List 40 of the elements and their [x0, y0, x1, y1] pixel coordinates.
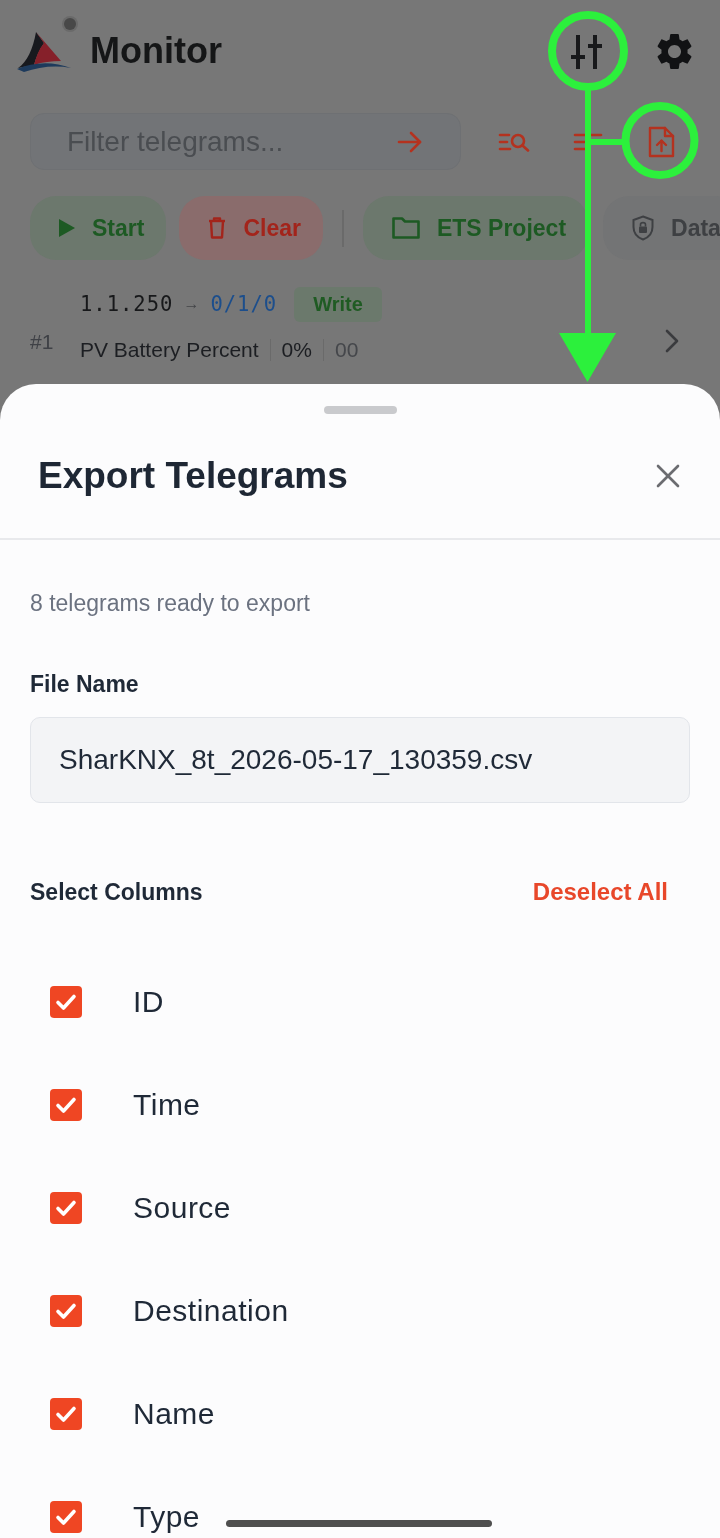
shield-lock-icon — [632, 215, 655, 241]
settings-icon[interactable] — [656, 32, 693, 70]
drag-handle[interactable] — [323, 406, 397, 414]
checkbox[interactable] — [50, 1294, 82, 1327]
section-label: Select Columns — [30, 878, 203, 906]
group-address: 0/1/0 — [210, 292, 278, 316]
list-icon[interactable] — [573, 131, 603, 152]
checkbox-label: Source — [133, 1190, 232, 1225]
direction-arrow: → — [183, 295, 200, 313]
sliders-icon[interactable] — [568, 33, 605, 69]
checkbox-label: ID — [133, 984, 164, 1019]
checkbox-label: Type — [133, 1499, 201, 1534]
folder-icon — [391, 217, 420, 239]
telegram-name: PV Battery Percent — [80, 338, 259, 362]
checkbox-label: Time — [133, 1087, 201, 1122]
action-button[interactable]: Clear — [179, 196, 323, 260]
checkbox[interactable] — [50, 1500, 82, 1533]
export-summary: 8 telegrams ready to export — [30, 589, 311, 617]
checkbox-label: Destination — [133, 1293, 289, 1328]
checkbox[interactable] — [50, 1088, 82, 1121]
close-icon[interactable] — [656, 464, 680, 488]
camera-hole — [64, 18, 76, 30]
sheet-title: Export Telegrams — [38, 454, 348, 498]
checkbox[interactable] — [50, 985, 82, 1018]
action-button[interactable]: Start — [30, 196, 167, 260]
chevron-right-icon[interactable] — [665, 329, 679, 353]
app-title: Monitor — [90, 30, 222, 72]
telegram-value: 0% — [281, 338, 312, 362]
play-icon — [59, 219, 75, 237]
trash-icon — [208, 217, 227, 239]
field-label: File Name — [30, 670, 140, 698]
telegram-number: #1 — [30, 330, 55, 355]
checkbox[interactable] — [50, 1397, 82, 1430]
service-badge: Write — [294, 286, 382, 322]
checkbox-label: Name — [133, 1396, 216, 1431]
file-name-field[interactable]: SharKNX_8t_2026-05-17_130359.csv — [30, 717, 690, 803]
source-address: 1.1.250 — [80, 292, 174, 316]
deselect-all-button[interactable]: Deselect All — [532, 878, 668, 906]
logo-icon — [15, 30, 72, 72]
checkbox[interactable] — [50, 1191, 82, 1224]
